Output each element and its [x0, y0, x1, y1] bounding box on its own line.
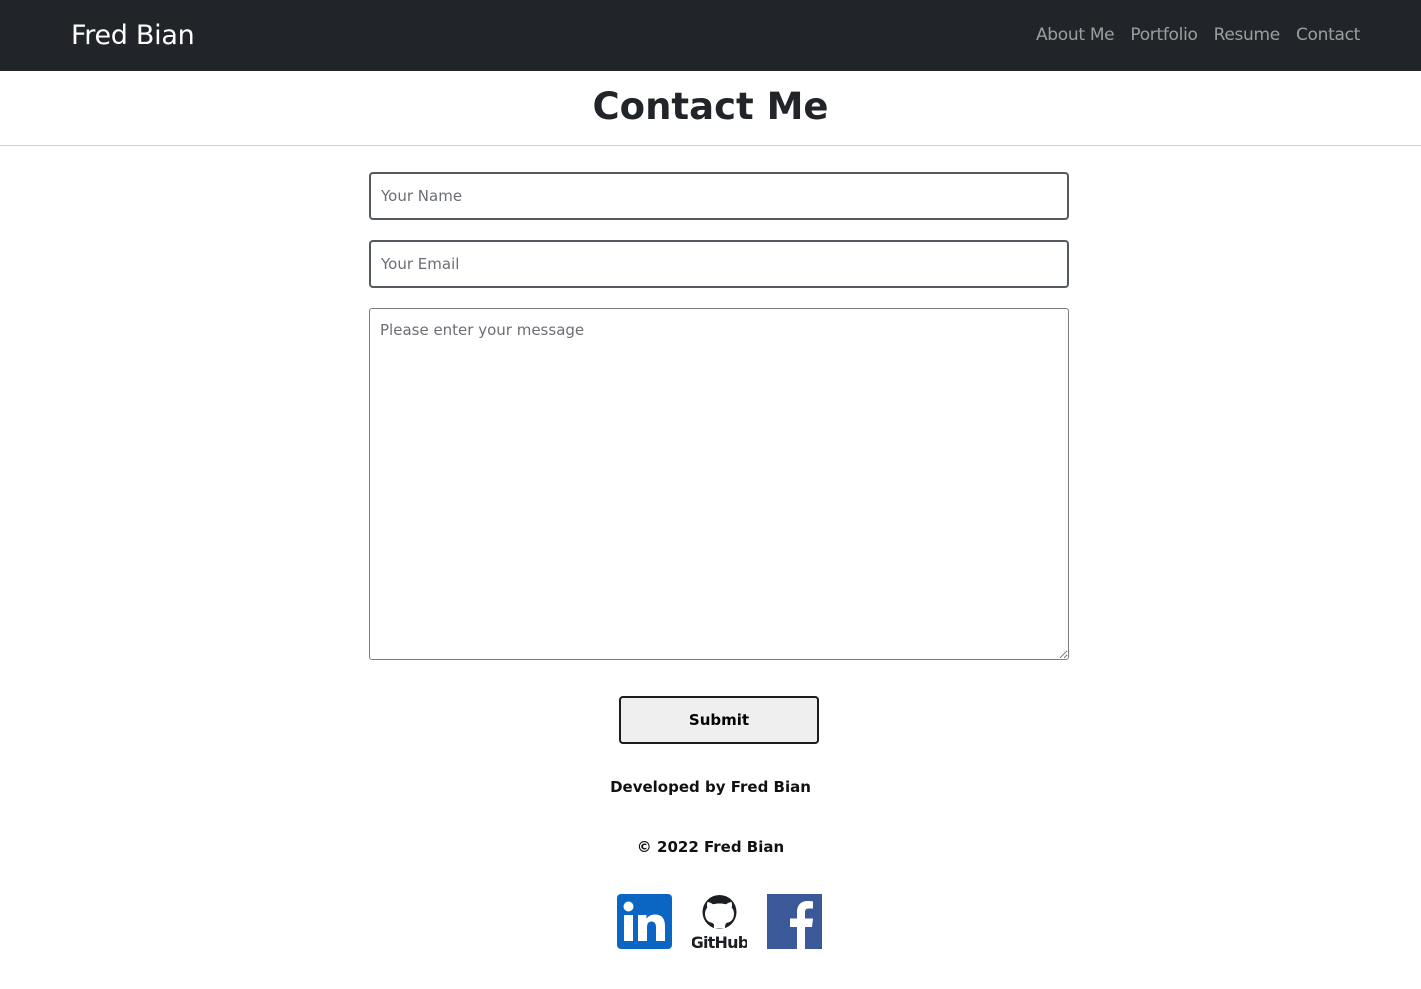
message-textarea[interactable]: [369, 308, 1069, 660]
nav-link-contact[interactable]: Contact: [1296, 22, 1360, 48]
brand-link[interactable]: Fred Bian: [71, 16, 195, 56]
nav-link-resume[interactable]: Resume: [1214, 22, 1281, 48]
nav-link-portfolio[interactable]: Portfolio: [1130, 22, 1198, 48]
submit-button[interactable]: Submit: [619, 696, 819, 744]
facebook-link[interactable]: [767, 894, 822, 949]
github-icon: GitHub: [692, 895, 747, 949]
nav-links: About Me Portfolio Resume Contact: [1036, 22, 1360, 48]
github-link[interactable]: GitHub: [692, 894, 747, 949]
title-divider: [0, 145, 1421, 146]
page-title: Contact Me: [592, 85, 829, 128]
social-links: GitHub: [617, 894, 822, 949]
linkedin-link[interactable]: [617, 894, 672, 949]
linkedin-icon: [617, 894, 672, 949]
name-input[interactable]: [369, 172, 1069, 220]
github-wordmark: GitHub: [692, 933, 747, 949]
developed-by-text: Developed by Fred Bian: [610, 778, 811, 796]
facebook-icon: [767, 894, 822, 949]
email-input[interactable]: [369, 240, 1069, 288]
copyright-text: © 2022 Fred Bian: [636, 838, 785, 856]
navbar: Fred Bian About Me Portfolio Resume Cont…: [0, 0, 1421, 71]
nav-link-about-me[interactable]: About Me: [1036, 22, 1115, 48]
